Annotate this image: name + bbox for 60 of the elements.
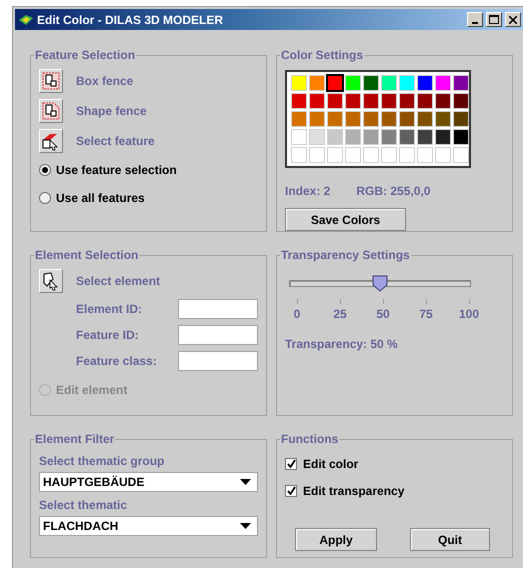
cursor-icon	[41, 131, 61, 151]
radio-label: Use feature selection	[56, 163, 177, 177]
radio-button[interactable]	[39, 192, 51, 204]
dropdown[interactable]: HAUPTGEBÄUDE	[39, 472, 258, 492]
minimize-button[interactable]	[467, 12, 483, 27]
select-label: Select thematic group	[39, 454, 166, 468]
tool-label: Select element	[76, 274, 160, 288]
quit-button[interactable]: Quit	[410, 528, 490, 551]
tick-label: 75	[419, 307, 433, 321]
tool-button[interactable]	[39, 69, 63, 93]
panel-title: Feature Selection	[34, 48, 136, 62]
select-label: Select thematic	[39, 498, 128, 512]
box-fence-icon	[42, 72, 60, 90]
tool-label: Box fence	[76, 74, 134, 88]
close-button[interactable]	[505, 12, 521, 27]
tool-label: Shape fence	[76, 104, 147, 118]
tool-button[interactable]	[39, 269, 63, 293]
caret-icon	[240, 523, 251, 529]
checkbox[interactable]	[285, 484, 297, 496]
transparency-reading: Transparency: 50 %	[285, 337, 398, 351]
panel-title: Element Selection	[34, 248, 140, 262]
radio-label: Edit element	[56, 383, 128, 397]
tool-button[interactable]	[39, 99, 63, 123]
checkbox[interactable]	[285, 458, 297, 470]
field-label: Feature ID:	[76, 328, 140, 342]
caret-icon	[240, 479, 251, 485]
maximize-button[interactable]	[486, 12, 502, 27]
checkbox-label: Edit color	[303, 456, 358, 470]
app-logo-icon	[18, 14, 34, 26]
index-label: Index: 2	[285, 184, 330, 198]
minimize-icon	[472, 22, 478, 24]
slider-thumb[interactable]	[372, 275, 388, 292]
window-title: Edit Color - DILAS 3D MODELER	[37, 12, 224, 26]
close-icon	[509, 16, 517, 24]
panel-title: Functions	[280, 432, 340, 446]
input-field[interactable]	[178, 351, 258, 371]
apply-button[interactable]: Apply	[295, 528, 377, 551]
tick-label: 0	[294, 307, 300, 321]
radio-label: Use all features	[56, 191, 145, 205]
cursor-icon	[41, 271, 61, 291]
color-swatch[interactable]	[327, 75, 343, 91]
panel-title: Transparency Settings	[280, 248, 411, 262]
radio-button[interactable]	[39, 164, 51, 176]
panel-title: Element Filter	[34, 432, 116, 446]
tick-label: 25	[333, 307, 347, 321]
shape-fence-icon	[42, 102, 60, 120]
tick-label: 50	[376, 307, 390, 321]
input-field[interactable]	[178, 299, 258, 319]
input-field[interactable]	[178, 325, 258, 345]
save-colors-button[interactable]: Save Colors	[285, 208, 406, 231]
tool-button[interactable]	[39, 129, 63, 153]
tool-label: Select feature	[76, 134, 155, 148]
checkbox-label: Edit transparency	[303, 484, 404, 498]
rgb-label: RGB: 255,0,0	[356, 184, 430, 198]
panel-title: Color Settings	[280, 48, 364, 62]
field-label: Feature class:	[76, 354, 158, 368]
field-label: Element ID:	[76, 302, 144, 316]
dropdown[interactable]: FLACHDACH	[39, 516, 258, 536]
maximize-icon	[489, 15, 499, 24]
tick-label: 100	[458, 307, 480, 321]
